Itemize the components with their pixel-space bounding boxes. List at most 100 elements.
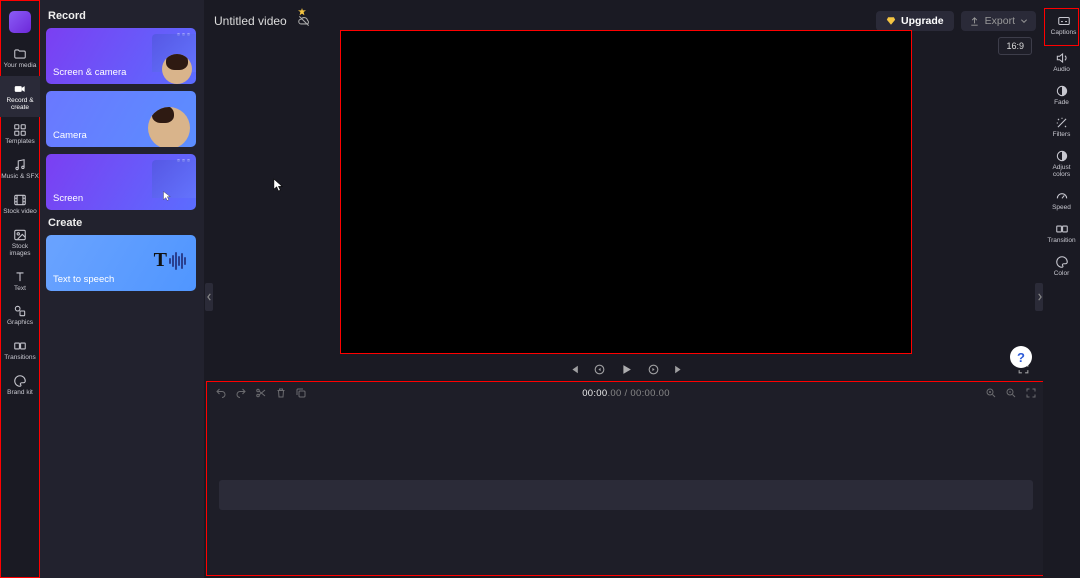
- rail-stock-images[interactable]: Stock images: [0, 222, 40, 264]
- rr-captions[interactable]: Captions: [1045, 9, 1080, 42]
- rr-label: Filters: [1053, 132, 1071, 139]
- play-icon[interactable]: [619, 362, 634, 377]
- transport-controls: [340, 358, 912, 380]
- rr-color[interactable]: Color: [1043, 250, 1080, 283]
- step-back-icon[interactable]: [593, 363, 606, 376]
- zoom-out-icon[interactable]: [1005, 387, 1017, 399]
- os-cursor-icon: [273, 178, 284, 193]
- text-icon: [13, 270, 27, 284]
- rail-text[interactable]: Text: [0, 264, 40, 299]
- notification-badge-icon: [298, 8, 306, 16]
- rail-record-create[interactable]: Record & create: [0, 76, 40, 118]
- top-toolbar: Untitled video Upgrade Export: [214, 10, 1036, 32]
- timeline-toolbar: 00:00.00 / 00:00.00: [207, 382, 1045, 404]
- rail-label: Transitions: [4, 355, 36, 362]
- rr-audio[interactable]: Audio: [1043, 46, 1080, 79]
- rr-label: Transition: [1047, 238, 1075, 245]
- transition-icon: [13, 339, 27, 353]
- rail-label: Brand kit: [7, 390, 33, 397]
- rail-label: Stock video: [3, 209, 37, 216]
- rail-label: Text: [14, 286, 26, 293]
- avatar-icon: [162, 54, 192, 84]
- contrast-icon: [1055, 149, 1069, 163]
- card-title: Screen: [53, 193, 83, 204]
- app-logo[interactable]: [9, 11, 31, 33]
- upload-icon: [969, 16, 980, 27]
- panel-heading-record: Record: [48, 10, 196, 22]
- rail-graphics[interactable]: Graphics: [0, 298, 40, 333]
- duplicate-icon[interactable]: [295, 387, 307, 399]
- card-title: Screen & camera: [53, 67, 126, 78]
- rr-label: Fade: [1054, 100, 1069, 107]
- templates-icon: [13, 123, 27, 137]
- export-button[interactable]: Export: [961, 11, 1036, 31]
- rr-label: Adjust colors: [1043, 165, 1080, 179]
- scissors-icon[interactable]: [255, 387, 267, 399]
- card-title: Camera: [53, 130, 87, 141]
- export-label: Export: [985, 15, 1015, 27]
- preview-canvas[interactable]: [340, 30, 912, 354]
- help-button[interactable]: ?: [1010, 346, 1032, 368]
- rail-music-sfx[interactable]: Music & SFX: [0, 152, 40, 187]
- rail-stock-video[interactable]: Stock video: [0, 187, 40, 222]
- rail-your-media[interactable]: Your media: [0, 41, 40, 76]
- expand-properties-handle[interactable]: [1035, 283, 1043, 311]
- rail-templates[interactable]: Templates: [0, 117, 40, 152]
- magic-wand-icon: [1055, 116, 1069, 130]
- screen-thumb-icon: [152, 160, 196, 198]
- card-title: Text to speech: [53, 274, 114, 285]
- skip-start-icon[interactable]: [567, 363, 580, 376]
- rr-label: Captions: [1051, 30, 1077, 37]
- skip-end-icon[interactable]: [673, 363, 686, 376]
- rail-label: Graphics: [7, 320, 33, 327]
- card-camera[interactable]: Camera: [46, 91, 196, 147]
- rr-transition[interactable]: Transition: [1043, 217, 1080, 250]
- redo-icon[interactable]: [235, 387, 247, 399]
- chevron-down-icon: [1020, 17, 1028, 25]
- transition-icon: [1055, 222, 1069, 236]
- card-screen[interactable]: Screen: [46, 154, 196, 210]
- record-create-panel: Record Screen & camera Camera Screen Cre…: [40, 0, 204, 578]
- rail-label: Templates: [5, 139, 35, 146]
- rail-label: Your media: [4, 63, 37, 70]
- rr-fade[interactable]: Fade: [1043, 79, 1080, 112]
- diamond-icon: [886, 16, 896, 26]
- tts-icon: T: [154, 249, 186, 272]
- aspect-ratio-button[interactable]: 16:9: [998, 37, 1032, 55]
- sync-off-icon[interactable]: [297, 14, 311, 28]
- chevron-left-icon: [207, 293, 212, 301]
- collapse-panel-handle[interactable]: [205, 283, 213, 311]
- left-rail: Your media Record & create Templates Mus…: [0, 0, 40, 578]
- speaker-icon: [1055, 51, 1069, 65]
- timeline-track[interactable]: [219, 480, 1033, 510]
- rr-adjust-colors[interactable]: Adjust colors: [1043, 144, 1080, 184]
- upgrade-button[interactable]: Upgrade: [876, 11, 954, 31]
- fade-icon: [1055, 84, 1069, 98]
- captions-icon: [1057, 14, 1071, 28]
- zoom-in-icon[interactable]: [985, 387, 997, 399]
- step-forward-icon[interactable]: [647, 363, 660, 376]
- rail-label: Record & create: [6, 98, 33, 112]
- trash-icon[interactable]: [275, 387, 287, 399]
- question-mark-icon: ?: [1017, 350, 1025, 365]
- rail-brand-kit[interactable]: Brand kit: [0, 368, 40, 403]
- card-screen-and-camera[interactable]: Screen & camera: [46, 28, 196, 84]
- undo-icon[interactable]: [215, 387, 227, 399]
- rail-label: Music & SFX: [1, 174, 39, 181]
- palette-icon: [13, 374, 27, 388]
- rr-filters[interactable]: Filters: [1043, 111, 1080, 144]
- timeline-panel: 00:00.00 / 00:00.00: [206, 381, 1046, 576]
- upgrade-label: Upgrade: [901, 15, 944, 27]
- panel-heading-create: Create: [48, 217, 196, 229]
- chevron-right-icon: [1037, 293, 1042, 301]
- rail-transitions[interactable]: Transitions: [0, 333, 40, 368]
- rr-speed[interactable]: Speed: [1043, 184, 1080, 217]
- film-icon: [13, 193, 27, 207]
- music-icon: [13, 158, 27, 172]
- rr-label: Color: [1054, 271, 1070, 278]
- zoom-fit-icon[interactable]: [1025, 387, 1037, 399]
- video-camera-icon: [13, 82, 27, 96]
- project-title[interactable]: Untitled video: [214, 14, 287, 28]
- folder-icon: [13, 47, 27, 61]
- card-text-to-speech[interactable]: T Text to speech: [46, 235, 196, 291]
